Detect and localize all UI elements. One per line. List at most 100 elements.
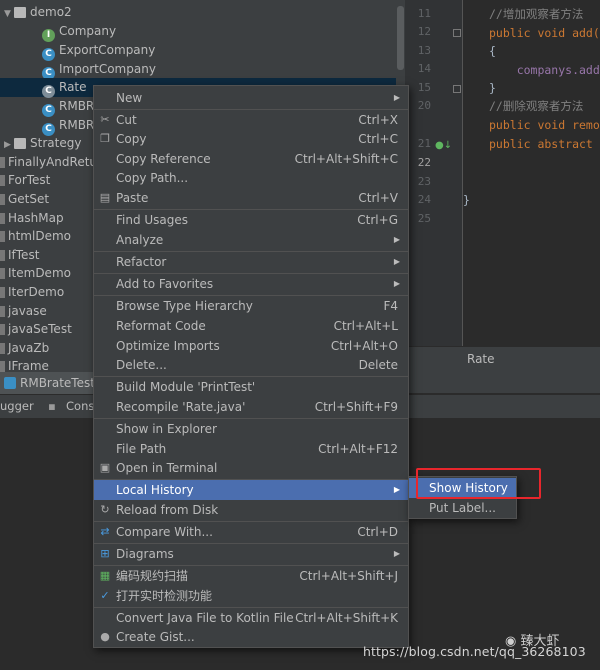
menu-item-realtime-check[interactable]: ✓ 打开实时检测功能 <box>94 586 408 606</box>
folder-icon <box>0 287 5 298</box>
folder-icon <box>0 306 5 317</box>
menu-item-show-in-explorer[interactable]: Show in Explorer <box>94 419 408 439</box>
tree-item-strategy[interactable]: ▶ Strategy <box>4 134 81 153</box>
menu-item-create-gist[interactable]: ● Create Gist... <box>94 627 408 647</box>
tree-item-exportcompany[interactable]: C ExportCompany <box>42 41 155 61</box>
menu-item-convert-to-kotlin[interactable]: Convert Java File to Kotlin File Ctrl+Alt… <box>94 608 408 628</box>
menu-item-copy[interactable]: ❐ Copy Ctrl+C <box>94 129 408 149</box>
run-config-icon <box>4 377 16 389</box>
menu-item-delete[interactable]: Delete... Delete <box>94 355 408 375</box>
line-number: 14 <box>417 62 431 75</box>
menu-item-analyze[interactable]: Analyze ▶ <box>94 230 408 250</box>
line-number: 15 <box>417 81 431 94</box>
console-icon: ▪ <box>48 399 56 413</box>
line-number: 11 <box>417 7 431 20</box>
package-icon <box>14 138 26 149</box>
code-line: companys.add( <box>489 63 600 77</box>
folder-icon <box>0 213 5 224</box>
tree-item-iframe[interactable]: IFrame <box>0 357 49 372</box>
menu-item-browse-type-hierarchy[interactable]: Browse Type Hierarchy F4 <box>94 296 408 316</box>
line-number: 23 <box>417 175 431 188</box>
code-line: //增加观察者方法 <box>489 7 584 21</box>
folder-icon <box>0 250 5 261</box>
code-line: } <box>463 193 470 207</box>
fold-toggle-icon[interactable] <box>453 29 461 37</box>
editor-gutter: 11 12 13 14 15 20 21 22 23 24 25 ●↓ <box>405 0 463 346</box>
line-number: 13 <box>417 44 431 57</box>
line-number: 25 <box>417 212 431 225</box>
paste-icon: ▤ <box>99 191 111 204</box>
line-number: 20 <box>417 99 431 112</box>
menu-item-build-module[interactable]: Build Module 'PrintTest' <box>94 377 408 397</box>
run-tab[interactable]: RMBrateTest <box>0 372 95 394</box>
compare-icon: ⇄ <box>100 525 110 538</box>
folder-icon <box>0 157 5 168</box>
tree-item-hashmap[interactable]: HashMap <box>0 209 64 228</box>
menu-item-new[interactable]: New ▶ <box>94 88 408 108</box>
annotation-highlight-box <box>416 468 541 499</box>
submenu-arrow-icon: ▶ <box>393 257 400 266</box>
submenu-item-put-label[interactable]: Put Label... <box>409 498 516 518</box>
tree-item-javasetest[interactable]: javaSeTest <box>0 320 72 339</box>
menu-item-refactor[interactable]: Refactor ▶ <box>94 252 408 272</box>
menu-item-reformat-code[interactable]: Reformat Code Ctrl+Alt+L <box>94 316 408 336</box>
menu-item-local-history[interactable]: Local History ▶ <box>94 480 408 500</box>
menu-item-add-to-favorites[interactable]: Add to Favorites ▶ <box>94 274 408 294</box>
menu-item-code-scan[interactable]: ▦ 编码规约扫描 Ctrl+Alt+Shift+J <box>94 566 408 586</box>
breadcrumb-rate[interactable]: Rate <box>467 352 495 366</box>
watermark-url: https://blog.csdn.net/qq_36268103 <box>363 644 586 659</box>
submenu-arrow-icon: ▶ <box>393 549 400 558</box>
scrollbar-thumb[interactable] <box>397 6 404 70</box>
tree-item-importcompany[interactable]: C ImportCompany <box>42 60 156 80</box>
code-line: { <box>489 44 496 58</box>
menu-item-diagrams[interactable]: ⊞ Diagrams ▶ <box>94 544 408 564</box>
tree-item-iterdemo[interactable]: IterDemo <box>0 283 64 302</box>
tree-item-htmldemo[interactable]: htmlDemo <box>0 227 71 246</box>
folder-icon <box>0 268 5 279</box>
tree-item-getset[interactable]: GetSet <box>0 190 49 209</box>
line-number: 22 <box>417 156 431 169</box>
submenu-arrow-icon: ▶ <box>393 279 400 288</box>
diagram-icon: ⊞ <box>100 547 110 560</box>
folder-icon <box>0 343 5 354</box>
code-editor[interactable]: //增加观察者方法 public void add(C { companys.a… <box>463 0 600 346</box>
menu-item-copy-path[interactable]: Copy Path... <box>94 168 408 188</box>
menu-item-compare-with[interactable]: ⇄ Compare With... Ctrl+D <box>94 522 408 542</box>
implemented-marker-icon[interactable]: ●↓ <box>435 140 452 151</box>
package-icon <box>14 7 26 18</box>
tree-item-demo2[interactable]: ▼ demo2 <box>4 3 72 22</box>
menu-item-copy-reference[interactable]: Copy Reference Ctrl+Alt+Shift+C <box>94 149 408 169</box>
menu-item-cut[interactable]: ✂ Cut Ctrl+X <box>94 110 408 130</box>
editor-breadcrumb-bar: Rate <box>405 346 600 372</box>
folder-icon <box>0 175 5 186</box>
code-line: public void remov <box>489 118 600 132</box>
menu-item-optimize-imports[interactable]: Optimize Imports Ctrl+Alt+O <box>94 336 408 356</box>
menu-item-open-in-terminal[interactable]: ▣ Open in Terminal <box>94 458 408 478</box>
folder-icon <box>0 231 5 242</box>
tree-item-javazb[interactable]: JavaZb <box>0 339 49 358</box>
tab-debugger[interactable]: ugger <box>0 399 34 413</box>
expand-arrow-icon[interactable]: ▼ <box>4 5 14 24</box>
reload-icon: ↻ <box>100 503 110 516</box>
fold-toggle-icon[interactable] <box>453 85 461 93</box>
menu-item-file-path[interactable]: File Path Ctrl+Alt+F12 <box>94 439 408 459</box>
tree-item-itemdemo[interactable]: ItemDemo <box>0 264 71 283</box>
menu-item-paste[interactable]: ▤ Paste Ctrl+V <box>94 188 408 208</box>
menu-item-recompile[interactable]: Recompile 'Rate.java' Ctrl+Shift+F9 <box>94 397 408 417</box>
tree-item-iftest[interactable]: IfTest <box>0 246 39 265</box>
tree-item-company[interactable]: I Company <box>42 22 116 42</box>
folder-icon <box>0 194 5 205</box>
tree-item-javase[interactable]: javase <box>0 302 47 321</box>
copy-icon: ❐ <box>100 132 110 145</box>
menu-item-reload-from-disk[interactable]: ↻ Reload from Disk <box>94 500 408 520</box>
folder-icon <box>0 324 5 335</box>
scissors-icon: ✂ <box>100 113 110 126</box>
tree-item-fortest[interactable]: ForTest <box>0 171 50 190</box>
code-line: //删除观察者方法 <box>489 99 584 113</box>
code-line: public void add(C <box>489 26 600 40</box>
menu-item-find-usages[interactable]: Find Usages Ctrl+G <box>94 210 408 230</box>
submenu-arrow-icon: ▶ <box>393 93 400 102</box>
realtime-check-icon: ✓ <box>100 589 110 602</box>
line-number: 21 <box>417 137 431 150</box>
terminal-icon: ▣ <box>99 461 111 474</box>
